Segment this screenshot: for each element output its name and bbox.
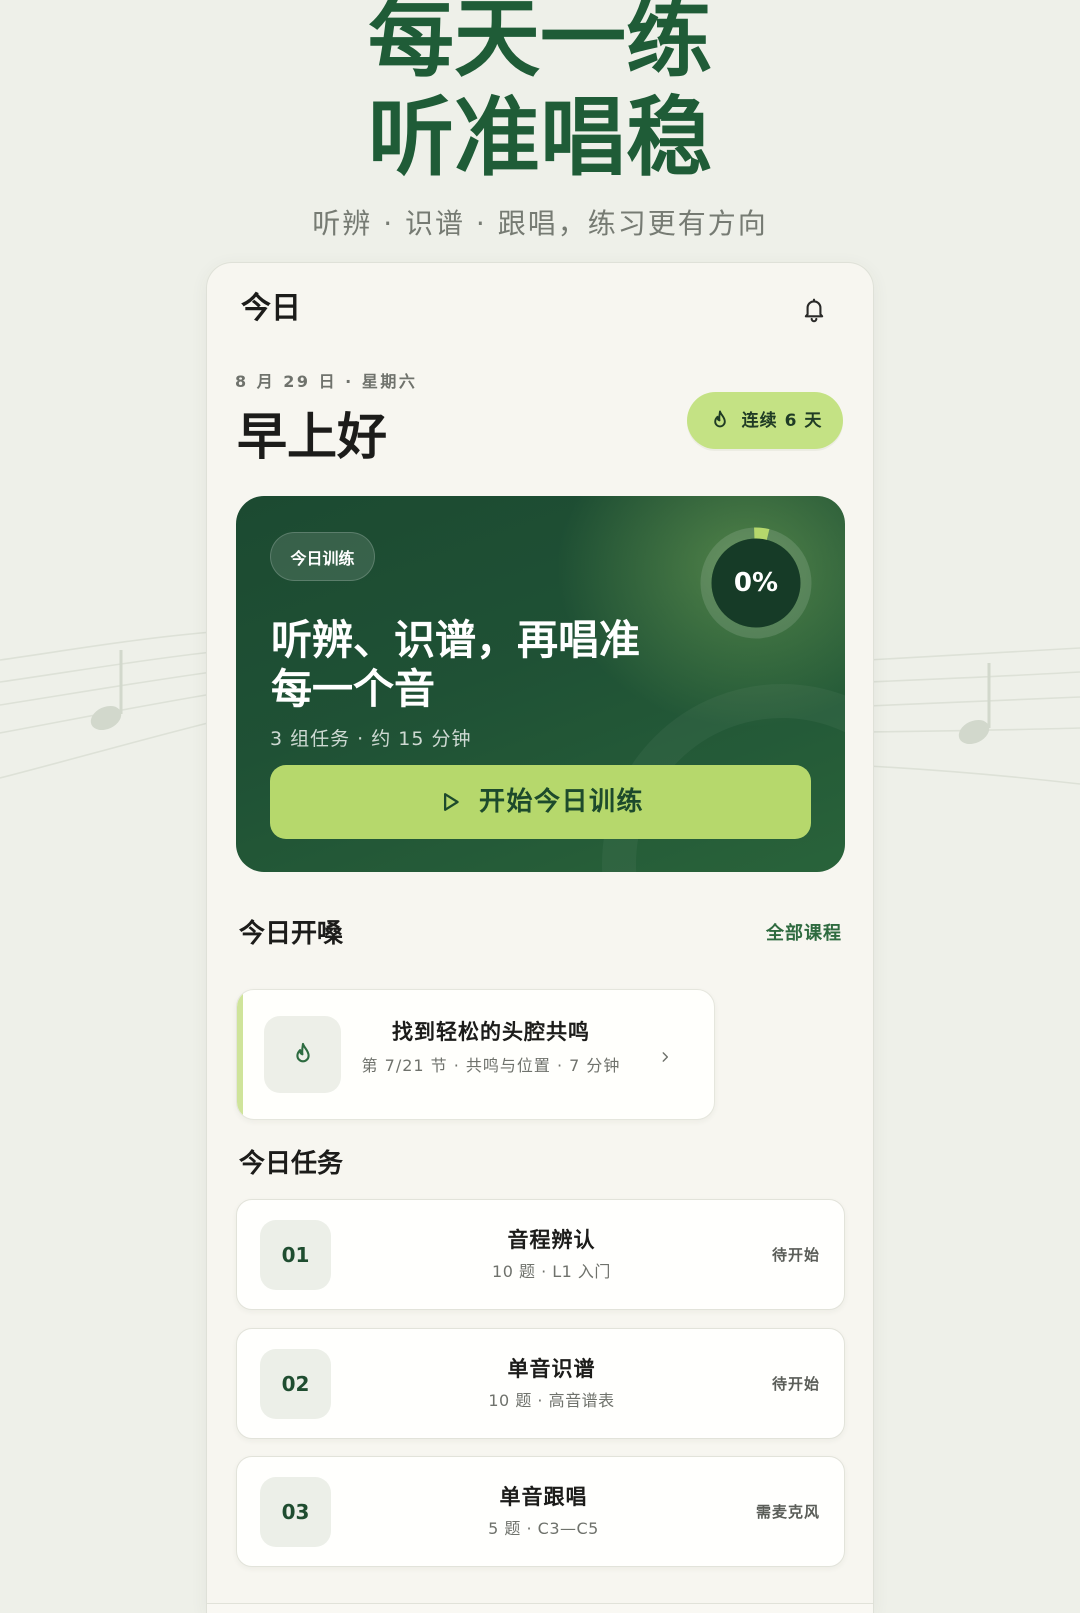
flame-icon: [295, 1042, 310, 1062]
task-meta: 5 题 · C3—C5: [488, 1519, 599, 1538]
bottom-nav-bar: [207, 1603, 873, 1613]
staff-line: [867, 671, 1080, 683]
training-meta: 3 组任务 · 约 15 分钟: [270, 728, 472, 750]
greeting-text: 早上好: [237, 408, 387, 466]
promo-headline: 每天一练 听准唱稳: [0, 0, 1080, 188]
play-icon: [443, 793, 459, 811]
task-status: 待开始: [771, 1374, 820, 1393]
task-info: 音程辨认 10 题 · L1 入门: [349, 1225, 754, 1284]
staff-line: [0, 721, 213, 779]
promo-headline-line: 听准唱稳: [368, 88, 712, 188]
training-heading-line: 每一个音: [271, 665, 435, 713]
lesson-accent-bar: [237, 990, 243, 1119]
warmup-section-title: 今日开嗓: [239, 919, 344, 949]
streak-badge[interactable]: 连续 6 天: [687, 392, 843, 449]
task-info: 单音跟唱 5 题 · C3—C5: [349, 1482, 738, 1541]
progress-ring: 0%: [696, 523, 816, 643]
task-title: 单音跟唱: [499, 1485, 588, 1509]
start-training-label: 开始今日训练: [478, 787, 644, 817]
task-title: 音程辨认: [507, 1228, 596, 1252]
task-info: 单音识谱 10 题 · 高音谱表: [349, 1354, 754, 1413]
music-note-icon: [90, 650, 123, 731]
chevron-right-icon: [658, 1049, 672, 1063]
staff-line: [867, 647, 1080, 661]
progress-percent: 0%: [733, 568, 779, 598]
bell-icon[interactable]: [800, 294, 828, 324]
task-number: 03: [260, 1476, 331, 1547]
all-courses-link[interactable]: 全部课程: [766, 922, 842, 946]
start-training-button[interactable]: 开始今日训练: [270, 765, 811, 839]
page-title: 今日: [241, 291, 301, 326]
flame-icon: [713, 410, 726, 427]
streak-label: 连续 6 天: [741, 410, 823, 431]
warmup-lesson-card[interactable]: 找到轻松的头腔共鸣 第 7/21 节 · 共鸣与位置 · 7 分钟: [236, 989, 715, 1120]
task-number: 01: [260, 1219, 331, 1290]
task-meta: 10 题 · L1 入门: [492, 1262, 611, 1281]
task-title: 单音识谱: [507, 1357, 596, 1381]
training-heading: 听辨、识谱，再唱准 每一个音: [271, 616, 640, 714]
app-screen: 今日 8 月 29 日 · 星期六 早上好 连续 6 天 今日训练 0% 听辨、…: [206, 262, 874, 1613]
task-status: 需麦克风: [755, 1502, 820, 1521]
task-card[interactable]: 03 单音跟唱 5 题 · C3—C5 需麦克风: [236, 1456, 845, 1567]
staff-line: [0, 651, 213, 683]
task-number: 02: [260, 1348, 331, 1419]
task-card[interactable]: 02 单音识谱 10 题 · 高音谱表 待开始: [236, 1328, 845, 1439]
lesson-icon-tile: [264, 1016, 341, 1093]
task-card[interactable]: 01 音程辨认 10 题 · L1 入门 待开始: [236, 1199, 845, 1310]
date-label: 8 月 29 日 · 星期六: [235, 372, 418, 391]
promo-tagline: 听辨 · 识谱 · 跟唱，练习更有方向: [312, 207, 768, 240]
training-heading-line: 听辨、识谱，再唱准: [271, 616, 640, 664]
lesson-title: 找到轻松的头腔共鸣: [392, 1020, 590, 1044]
staff-line: [867, 765, 1080, 785]
lesson-meta: 第 7/21 节 · 共鸣与位置 · 7 分钟: [361, 1056, 621, 1075]
music-note-icon: [958, 663, 991, 745]
task-status: 待开始: [771, 1245, 820, 1264]
daily-training-card: 今日训练 0% 听辨、识谱，再唱准 每一个音 3 组任务 · 约 15 分钟 开…: [236, 496, 845, 872]
promo-headline-line: 每天一练: [368, 0, 712, 89]
training-tag: 今日训练: [270, 532, 375, 581]
staff-line: [867, 696, 1080, 707]
task-meta: 10 题 · 高音谱表: [488, 1391, 615, 1410]
tasks-section-title: 今日任务: [239, 1149, 344, 1179]
